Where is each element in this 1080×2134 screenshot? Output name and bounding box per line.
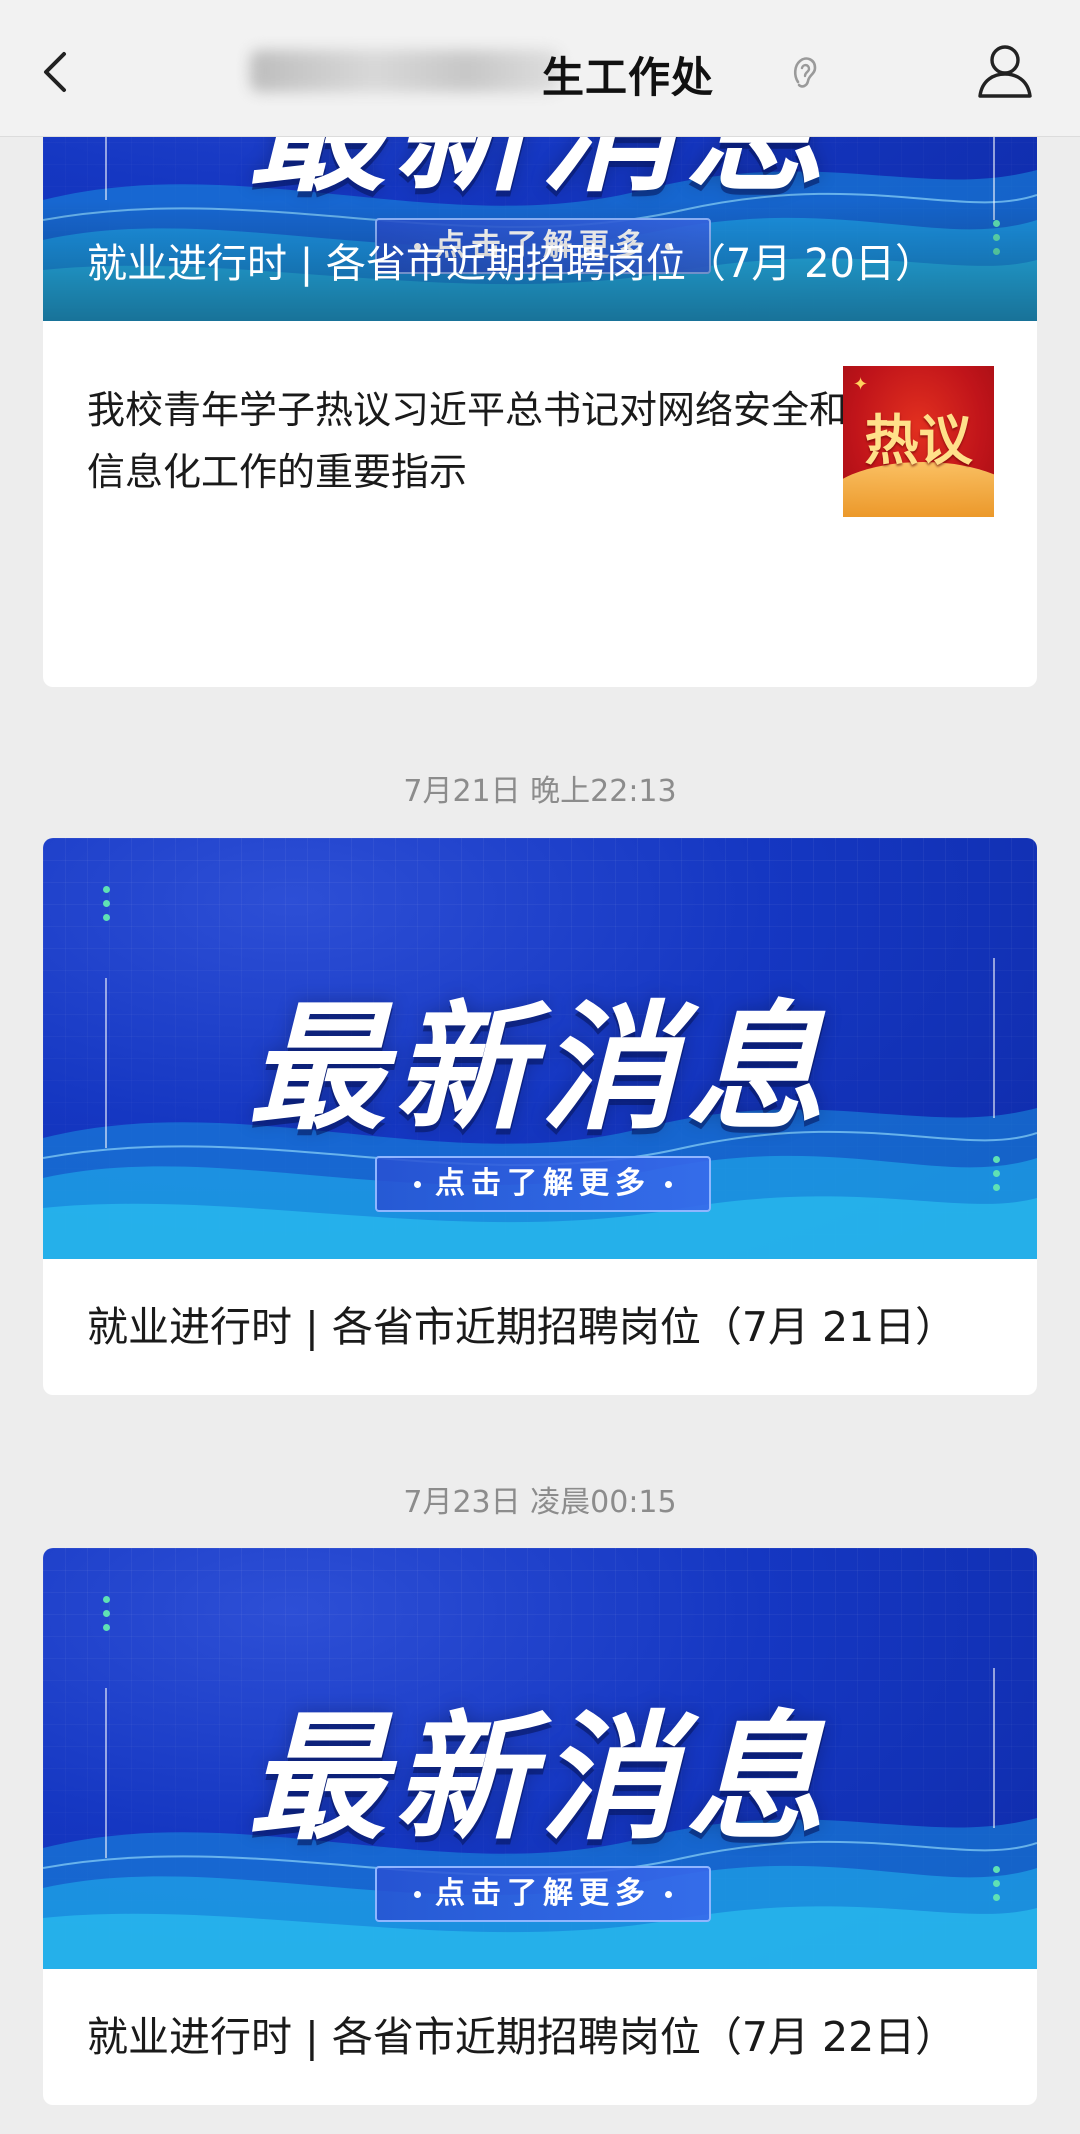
chevron-left-icon [44, 52, 66, 92]
article-title: 就业进行时 | 各省市近期招聘岗位（7月 22日） [87, 2013, 957, 2061]
more-text: 点击了解更多 [435, 1166, 651, 1201]
page-title: 生工作处 [542, 53, 715, 102]
dove-icon: ✦ [853, 374, 869, 395]
person-icon [978, 45, 1032, 98]
back-button[interactable] [30, 40, 86, 104]
banner-image: 最新消息 点击了解更多 [43, 1548, 1037, 1969]
sub-article[interactable]: 我校青年学子热议习近平总书记对网络安全和信息化工作的重要指示 ✦ 热议 [43, 321, 1037, 555]
banner-image: 最新消息 点击了解更多 [43, 838, 1037, 1259]
featured-title-overlay: 就业进行时 | 各省市近期招聘岗位（7月 20日） [43, 201, 1037, 321]
redacted-title-part [250, 50, 560, 92]
top-bar: 生工作处 [0, 0, 1080, 137]
thumb-label: 热议 [864, 409, 973, 472]
ear-icon[interactable] [790, 52, 820, 92]
banner-headline: 最新消息 [247, 1698, 832, 1859]
sub-article-thumbnail: ✦ 热议 [843, 366, 994, 517]
more-text: 点击了解更多 [435, 1876, 651, 1911]
more-pill: 点击了解更多 [375, 1866, 711, 1922]
article-title: 就业进行时 | 各省市近期招聘岗位（7月 21日） [87, 1303, 957, 1351]
more-pill: 点击了解更多 [375, 1156, 711, 1212]
timestamp: 7月21日 晚上22:13 [403, 774, 677, 809]
article-card[interactable]: 最新消息 点击了解更多 就业进行时 | 各省市近期招聘岗位（7月 22日） [43, 1548, 1037, 2105]
banner-headline: 最新消息 [247, 988, 832, 1149]
timestamp: 7月23日 凌晨00:15 [403, 1485, 677, 1520]
account-title: 生工作处 [250, 36, 850, 108]
article-card[interactable]: 最新消息 点击了解更多 就业进行时 | 各省市近期招聘岗位（7月 21日） [43, 838, 1037, 1395]
profile-button[interactable] [974, 40, 1036, 102]
featured-title: 就业进行时 | 各省市近期招聘岗位（7月 20日） [87, 241, 935, 287]
sub-article-title: 我校青年学子热议习近平总书记对网络安全和信息化工作的重要指示 [87, 388, 848, 494]
